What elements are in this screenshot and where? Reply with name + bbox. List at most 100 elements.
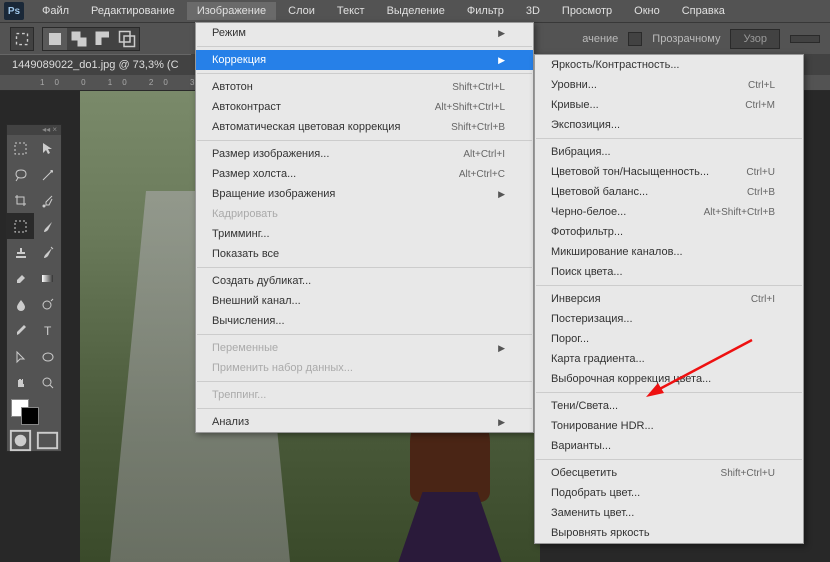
menu-item[interactable]: Заменить цвет... (535, 503, 803, 523)
menu-item: Треппинг... (196, 385, 533, 405)
menu-item[interactable]: ИнверсияCtrl+I (535, 289, 803, 309)
submenu-arrow-icon: ▶ (498, 55, 505, 66)
quickmask-icon[interactable] (7, 429, 34, 451)
menu-item[interactable]: Выборочная коррекция цвета... (535, 369, 803, 389)
menu-item[interactable]: АвтотонShift+Ctrl+L (196, 77, 533, 97)
background-color[interactable] (21, 407, 39, 425)
submenu-arrow-icon: ▶ (498, 28, 505, 39)
menubar: Ps Файл Редактирование Изображение Слои … (0, 0, 830, 22)
tool-shape[interactable] (34, 343, 61, 369)
tool-preset-icon[interactable] (10, 27, 34, 51)
menu-filter[interactable]: Фильтр (457, 2, 514, 20)
sel-new-icon[interactable] (43, 28, 67, 50)
transparent-label: Прозрачному (652, 33, 720, 45)
toolbox: ◂◂ × T (6, 124, 62, 452)
menu-item[interactable]: Автоматическая цветовая коррекцияShift+C… (196, 117, 533, 137)
menu-view[interactable]: Просмотр (552, 2, 622, 20)
sel-intersect-icon[interactable] (115, 28, 139, 50)
svg-text:T: T (44, 324, 52, 338)
document-tab[interactable]: 1449089022_do1.jpg @ 73,3% (C (0, 54, 191, 75)
tool-marquee-sel[interactable] (7, 213, 34, 239)
selection-mode-group (42, 27, 140, 51)
correction-submenu: Яркость/Контрастность...Уровни...Ctrl+LК… (534, 54, 804, 544)
tool-move[interactable] (34, 135, 61, 161)
menu-edit[interactable]: Редактирование (81, 2, 185, 20)
tool-zoom[interactable] (34, 369, 61, 395)
sel-add-icon[interactable] (67, 28, 91, 50)
pattern-button[interactable]: Узор (730, 29, 780, 49)
submenu-arrow-icon: ▶ (498, 189, 505, 200)
menu-item: Применить набор данных... (196, 358, 533, 378)
menu-item[interactable]: Коррекция▶ (196, 50, 533, 70)
tool-history-brush[interactable] (34, 239, 61, 265)
tool-pen[interactable] (7, 317, 34, 343)
menu-window[interactable]: Окно (624, 2, 670, 20)
menu-item[interactable]: Тонирование HDR... (535, 416, 803, 436)
menu-item[interactable]: Вращение изображения▶ (196, 184, 533, 204)
menu-item[interactable]: Размер изображения...Alt+Ctrl+I (196, 144, 533, 164)
menu-item[interactable]: Показать все (196, 244, 533, 264)
menu-file[interactable]: Файл (32, 2, 79, 20)
menu-item: Кадрировать (196, 204, 533, 224)
menu-image[interactable]: Изображение (187, 2, 276, 20)
tool-lasso[interactable] (7, 161, 34, 187)
menu-item[interactable]: Порог... (535, 329, 803, 349)
menu-item[interactable]: Выровнять яркость (535, 523, 803, 543)
menu-item[interactable]: АвтоконтрастAlt+Shift+Ctrl+L (196, 97, 533, 117)
menu-item[interactable]: Кривые...Ctrl+M (535, 95, 803, 115)
menu-item[interactable]: Вычисления... (196, 311, 533, 331)
menu-item[interactable]: Цветовой баланс...Ctrl+B (535, 182, 803, 202)
ps-logo: Ps (4, 2, 24, 20)
tool-dodge[interactable] (34, 291, 61, 317)
color-swatch[interactable] (7, 395, 61, 429)
menu-item[interactable]: Поиск цвета... (535, 262, 803, 282)
menu-item[interactable]: Постеризация... (535, 309, 803, 329)
smoothing-label: ачение (582, 33, 618, 45)
menu-item[interactable]: Тримминг... (196, 224, 533, 244)
submenu-arrow-icon: ▶ (498, 417, 505, 428)
menu-item[interactable]: Вибрация... (535, 142, 803, 162)
screenmode-icon[interactable] (34, 429, 61, 451)
menu-item[interactable]: Режим▶ (196, 23, 533, 43)
submenu-arrow-icon: ▶ (498, 343, 505, 354)
menu-item[interactable]: Анализ▶ (196, 412, 533, 432)
menu-item[interactable]: Фотофильтр... (535, 222, 803, 242)
image-menu-dropdown: Режим▶ Коррекция▶ АвтотонShift+Ctrl+LАвток… (195, 22, 534, 433)
tool-brush[interactable] (34, 213, 61, 239)
menu-item[interactable]: Экспозиция... (535, 115, 803, 135)
menu-item[interactable]: Варианты... (535, 436, 803, 456)
tool-crop[interactable] (7, 187, 34, 213)
menu-item[interactable]: Размер холста...Alt+Ctrl+C (196, 164, 533, 184)
menu-item[interactable]: Подобрать цвет... (535, 483, 803, 503)
menu-item[interactable]: Уровни...Ctrl+L (535, 75, 803, 95)
sel-subtract-icon[interactable] (91, 28, 115, 50)
toolbox-collapse-icon[interactable]: ◂◂ × (7, 125, 61, 135)
menu-item[interactable]: Микширование каналов... (535, 242, 803, 262)
tool-stamp[interactable] (7, 239, 34, 265)
menu-help[interactable]: Справка (672, 2, 735, 20)
menu-select[interactable]: Выделение (377, 2, 455, 20)
pattern-picker[interactable] (790, 35, 820, 43)
menu-text[interactable]: Текст (327, 2, 375, 20)
tool-eyedrop[interactable] (34, 187, 61, 213)
tool-type[interactable]: T (34, 317, 61, 343)
tool-hand[interactable] (7, 369, 34, 395)
menu-item[interactable]: Цветовой тон/Насыщенность...Ctrl+U (535, 162, 803, 182)
tool-path-select[interactable] (7, 343, 34, 369)
tool-blur[interactable] (7, 291, 34, 317)
tool-wand[interactable] (34, 161, 61, 187)
menu-3d[interactable]: 3D (516, 2, 550, 20)
menu-item[interactable]: Тени/Света... (535, 396, 803, 416)
tool-marquee[interactable] (7, 135, 34, 161)
menu-item[interactable]: Карта градиента... (535, 349, 803, 369)
menu-layers[interactable]: Слои (278, 2, 325, 20)
menu-item: Переменные▶ (196, 338, 533, 358)
menu-item[interactable]: Черно-белое...Alt+Shift+Ctrl+B (535, 202, 803, 222)
menu-item[interactable]: Создать дубликат... (196, 271, 533, 291)
menu-item[interactable]: ОбесцветитьShift+Ctrl+U (535, 463, 803, 483)
menu-item[interactable]: Внешний канал... (196, 291, 533, 311)
tool-eraser[interactable] (7, 265, 34, 291)
transparent-checkbox[interactable] (628, 32, 642, 46)
tool-gradient[interactable] (34, 265, 61, 291)
menu-item[interactable]: Яркость/Контрастность... (535, 55, 803, 75)
